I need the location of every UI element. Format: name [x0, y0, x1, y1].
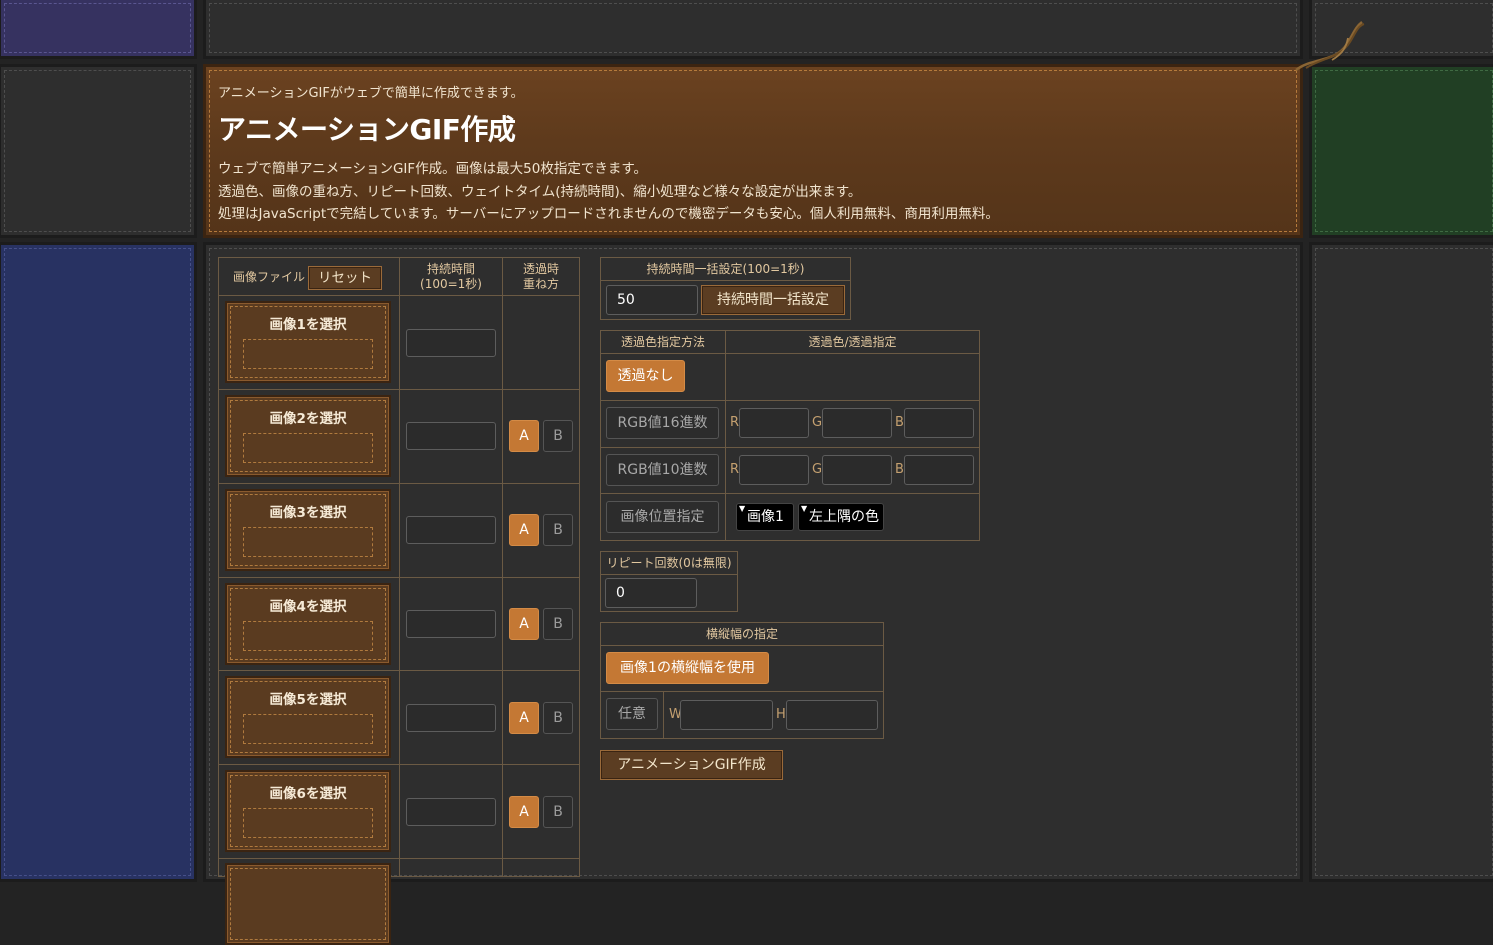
description-line: ウェブで簡単アニメーションGIF作成。画像は最大50枚指定できます。 — [218, 161, 647, 177]
right-sidebar-panel — [1309, 242, 1493, 882]
image-drop-area[interactable] — [243, 714, 373, 744]
image-1-select-button[interactable]: 画像1を選択 — [225, 301, 391, 383]
image-4-blend-a-button[interactable]: A — [509, 608, 539, 640]
image-select-label: 画像4を選択 — [269, 599, 347, 615]
image-5-select-button[interactable]: 画像5を選択 — [225, 676, 391, 758]
image-drop-area[interactable] — [243, 527, 373, 557]
bulk-duration-header: 持続時間一括設定(100=1秒) — [601, 258, 850, 281]
r-label: R — [730, 415, 740, 430]
image-select-label: 画像2を選択 — [269, 411, 347, 427]
images-table: 画像ファイル リセット 持続時間 (100=1秒) 透過時 重ね方 画像1を選択… — [218, 257, 580, 945]
image-7-select-button[interactable] — [225, 863, 391, 945]
b-label: B — [895, 415, 904, 430]
dec-r-input[interactable] — [739, 455, 809, 485]
rgb-dec-button[interactable]: RGB値10進数 — [606, 454, 719, 486]
custom-size-button[interactable]: 任意 — [606, 698, 658, 730]
image-2-select-button[interactable]: 画像2を選択 — [225, 395, 391, 477]
image-4-select-button[interactable]: 画像4を選択 — [225, 583, 391, 665]
image-drop-area[interactable] — [243, 808, 373, 838]
mid-right-panel — [1309, 64, 1493, 238]
image-4-blend-b-button[interactable]: B — [543, 608, 573, 640]
create-gif-button[interactable]: アニメーションGIF作成 — [600, 750, 783, 780]
image-5-blend-b-button[interactable]: B — [543, 702, 573, 734]
use-image1-size-button[interactable]: 画像1の横縦幅を使用 — [606, 652, 769, 684]
image-drop-area[interactable] — [243, 339, 373, 369]
col-header-blend-line: 重ね方 — [522, 277, 559, 291]
repeat-input[interactable]: 0 — [605, 578, 697, 608]
col-header-color: 透過色/透過指定 — [808, 335, 897, 349]
image-3-blend-a-button[interactable]: A — [509, 514, 539, 546]
image-select-label: 画像6を選択 — [269, 786, 347, 802]
image-6-blend-b-button[interactable]: B — [543, 796, 573, 828]
image-4-duration-input[interactable] — [406, 610, 496, 638]
image-select-label: 画像1を選択 — [269, 317, 347, 333]
image-position-button[interactable]: 画像位置指定 — [606, 501, 719, 533]
dropdown-triangle-icon: ▼ — [801, 504, 808, 513]
position-image-select[interactable]: ▼ 画像1 — [736, 503, 794, 531]
width-input[interactable] — [680, 700, 773, 730]
b-label: B — [895, 462, 904, 477]
image-5-duration-input[interactable] — [406, 704, 496, 732]
rgb-hex-button[interactable]: RGB値16進数 — [606, 407, 719, 439]
left-sidebar-panel — [0, 242, 197, 882]
image-3-blend-b-button[interactable]: B — [543, 514, 573, 546]
vine-decoration-icon — [1295, 21, 1365, 72]
image-2-duration-input[interactable] — [406, 422, 496, 450]
size-header: 横縦幅の指定 — [601, 623, 883, 646]
image-2-blend-b-button[interactable]: B — [543, 420, 573, 452]
image-select-label: 画像5を選択 — [269, 692, 347, 708]
image-drop-area[interactable] — [243, 621, 373, 651]
description-line: 透過色、画像の重ね方、リピート回数、ウェイトタイム(持続時間)、縮小処理など様々… — [218, 183, 862, 200]
header-subtitle: アニメーションGIFがウェブで簡単に作成できます。 — [218, 86, 524, 101]
hex-g-input[interactable] — [822, 408, 892, 438]
image-drop-area[interactable] — [243, 433, 373, 463]
image-5-blend-a-button[interactable]: A — [509, 702, 539, 734]
no-transparency-button[interactable]: 透過なし — [606, 360, 685, 392]
col-header-method: 透過色指定方法 — [620, 335, 705, 349]
reset-button[interactable]: リセット — [308, 266, 382, 290]
position-corner-value: 左上隅の色 — [809, 509, 879, 525]
top-center-panel — [203, 0, 1303, 59]
position-corner-select[interactable]: ▼ 左上隅の色 — [798, 503, 884, 531]
image-3-duration-input[interactable] — [406, 516, 496, 544]
image-6-duration-input[interactable] — [406, 798, 496, 826]
g-label: G — [812, 462, 823, 477]
col-header-duration-line: 持続時間 — [426, 262, 475, 276]
col-header-duration: 持続時間 (100=1秒) — [400, 262, 502, 292]
position-image-value: 画像1 — [747, 509, 784, 525]
bulk-duration-button[interactable]: 持続時間一括設定 — [701, 285, 845, 315]
g-label: G — [812, 415, 823, 430]
mid-left-panel — [0, 64, 197, 238]
col-header-blend-line: 透過時 — [522, 262, 559, 276]
dropdown-triangle-icon: ▼ — [739, 504, 746, 513]
dec-b-input[interactable] — [904, 455, 974, 485]
top-left-panel — [0, 0, 197, 59]
height-input[interactable] — [786, 700, 878, 730]
image-select-label: 画像3を選択 — [269, 505, 347, 521]
col-header-file: 画像ファイル — [233, 270, 306, 284]
image-6-blend-a-button[interactable]: A — [509, 796, 539, 828]
image-2-blend-a-button[interactable]: A — [509, 420, 539, 452]
image-1-duration-input[interactable] — [406, 329, 496, 357]
h-label: H — [776, 707, 786, 722]
dec-g-input[interactable] — [822, 455, 892, 485]
description-line: 処理はJavaScriptで完結しています。サーバーにアップロードされませんので… — [218, 206, 999, 222]
header-description: ウェブで簡単アニメーションGIF作成。画像は最大50枚指定できます。 透過色、画… — [218, 158, 999, 226]
bulk-duration-input[interactable]: 50 — [606, 285, 698, 315]
r-label: R — [730, 462, 740, 477]
image-3-select-button[interactable]: 画像3を選択 — [225, 489, 391, 571]
image-6-select-button[interactable]: 画像6を選択 — [225, 770, 391, 852]
col-header-duration-line: (100=1秒) — [420, 277, 482, 291]
hex-r-input[interactable] — [739, 408, 809, 438]
page-title: アニメーションGIF作成 — [218, 113, 516, 146]
col-header-blend: 透過時 重ね方 — [503, 262, 579, 292]
repeat-header: リピート回数(0は無限) — [601, 552, 737, 575]
hex-b-input[interactable] — [904, 408, 974, 438]
